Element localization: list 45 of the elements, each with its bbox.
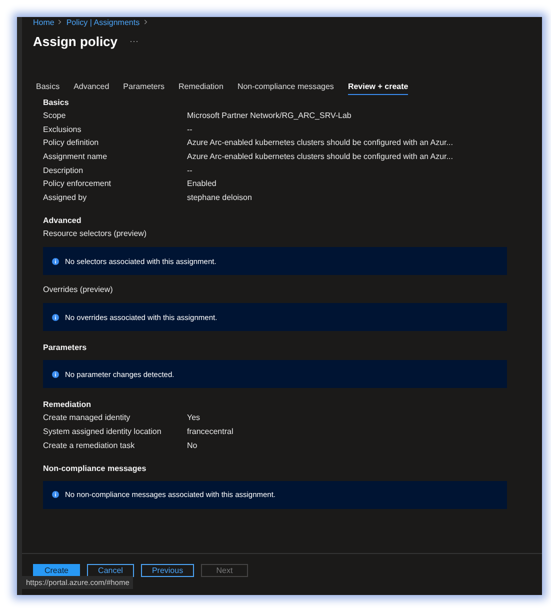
field-value: stephane deloison — [187, 192, 252, 202]
wizard-button[interactable]: Previous — [141, 564, 194, 577]
field-value: -- — [187, 124, 192, 134]
tab[interactable]: Review + create — [348, 79, 408, 95]
tab[interactable]: Basics — [36, 79, 60, 95]
field-value: Azure Arc-enabled kubernetes clusters should be configured with an Azur... — [187, 138, 453, 148]
info-icon — [52, 258, 59, 265]
field-label: Assigned by — [43, 192, 88, 202]
field-label: Assignment name — [43, 152, 108, 162]
field-label: Scope — [43, 111, 67, 120]
page-title: Assign policy — [33, 34, 118, 48]
field-value: No — [187, 440, 198, 450]
tab[interactable]: Non-compliance messages — [237, 79, 334, 95]
field-value: Yes — [187, 413, 200, 422]
field-label: Create a remediation task — [43, 440, 136, 450]
field-value: Azure Arc-enabled kubernetes clusters should be configured with an Azur... — [187, 152, 453, 162]
field-label: Policy definition — [43, 138, 100, 148]
field-label: Description — [43, 166, 84, 175]
chevron-right-icon — [58, 19, 62, 25]
breadcrumb-link[interactable]: Policy | Assignments — [66, 18, 140, 26]
more-button[interactable]: ··· — [130, 36, 139, 46]
field-label: Create managed identity — [43, 413, 132, 422]
section-heading: Non-compliance messages — [43, 462, 148, 475]
subsection-label: Overrides (preview) — [43, 284, 114, 296]
field-value: Enabled — [187, 179, 216, 188]
tab[interactable]: Advanced — [74, 79, 110, 95]
tab[interactable]: Parameters — [123, 79, 165, 95]
wizard-button[interactable]: Create — [33, 564, 80, 577]
field-label: Policy enforcement — [43, 179, 112, 188]
section-heading: Advanced — [43, 215, 82, 228]
field-label: Exclusions — [43, 124, 82, 134]
field-value: -- — [187, 166, 192, 175]
info-icon — [52, 491, 59, 498]
field-label: System assigned identity location — [43, 427, 162, 436]
field-value: Microsoft Partner Network/RG_ARC_SRV-Lab — [187, 111, 352, 120]
tab[interactable]: Remediation — [178, 79, 224, 95]
section-heading: Basics — [43, 97, 70, 109]
breadcrumb-link[interactable]: Home — [33, 18, 54, 26]
chevron-right-icon — [144, 19, 148, 25]
subsection-label: Resource selectors (preview) — [43, 228, 148, 240]
info-icon — [52, 370, 59, 378]
section-heading: Parameters — [43, 342, 88, 354]
section-heading: Remediation — [43, 399, 92, 412]
field-value: francecentral — [187, 427, 234, 436]
info-icon — [52, 314, 59, 321]
